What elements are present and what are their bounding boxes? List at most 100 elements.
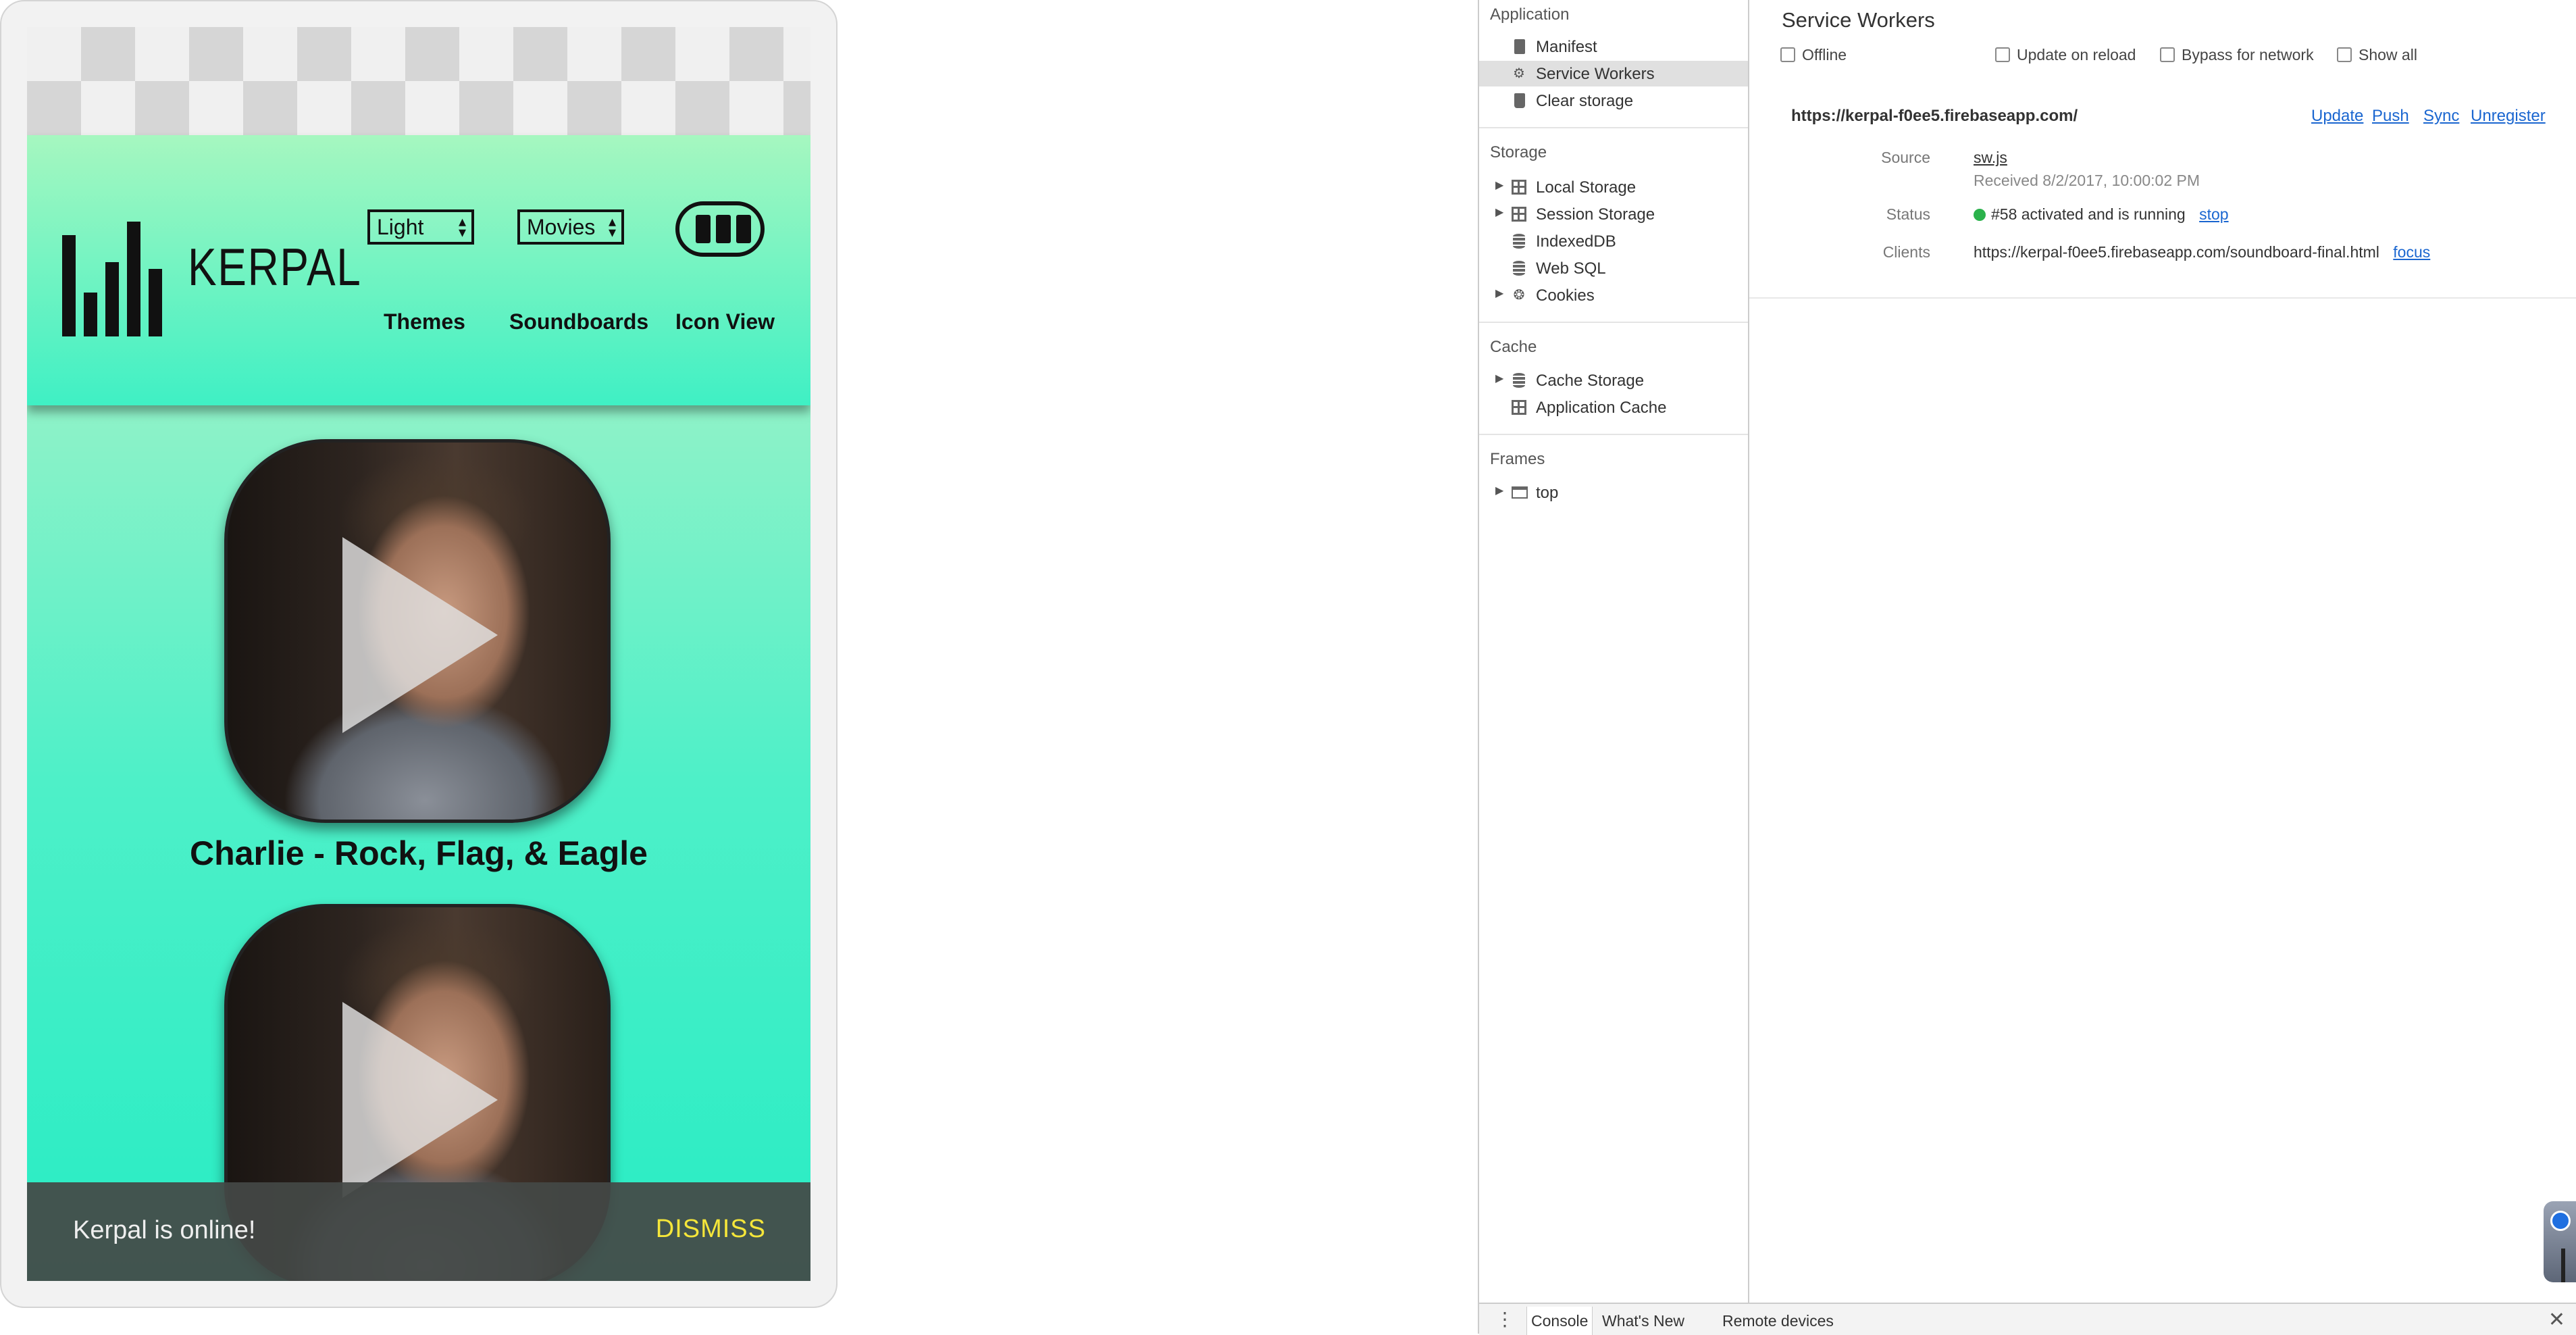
- app-viewport: KERPAL Light ▴ ▾ Movies ▴ ▾ Themes Soundbo…: [27, 27, 810, 1281]
- table-icon: [1512, 180, 1526, 195]
- stop-link[interactable]: stop: [2199, 205, 2228, 223]
- checkbox-label: Update on reload: [2017, 46, 2136, 64]
- sidebar-item-label: Session Storage: [1536, 205, 1655, 224]
- checkbox-update-on-reload[interactable]: Update on reload: [1995, 46, 2136, 64]
- sidebar-header-frames: Frames: [1490, 450, 1545, 468]
- snackbar-message: Kerpal is online!: [73, 1216, 256, 1244]
- focus-link[interactable]: focus: [2393, 243, 2430, 261]
- service-workers-pane: Service Workers Offline Update on reload…: [1749, 0, 2576, 1303]
- sidebar-item-session-storage[interactable]: ▶ Session Storage: [1479, 201, 1748, 227]
- sidebar-item-web-sql[interactable]: Web SQL: [1479, 255, 1748, 281]
- sidebar-item-label: Application Cache: [1536, 399, 1667, 417]
- bottom-drawer: ⋮ Console What's New Remote devices ✕: [1479, 1303, 2576, 1335]
- divider: [1479, 322, 1748, 323]
- sidebar-item-indexeddb[interactable]: IndexedDB: [1479, 228, 1748, 254]
- snackbar: Kerpal is online! DISMISS: [27, 1182, 810, 1281]
- sidebar-item-manifest[interactable]: Manifest: [1479, 34, 1748, 59]
- more-options-icon[interactable]: ⋮: [1495, 1308, 1514, 1330]
- teamviewer-widget[interactable]: [2544, 1201, 2576, 1282]
- table-icon: [1512, 207, 1526, 222]
- checkbox-label: Offline: [1802, 46, 1847, 64]
- gear-icon: ⚙: [1513, 66, 1525, 81]
- sound-card-thumbnail[interactable]: [224, 439, 611, 823]
- database-icon: [1513, 261, 1525, 276]
- sidebar-item-label: Clear storage: [1536, 92, 1634, 110]
- view-bar-icon: [736, 215, 751, 243]
- device-frame: KERPAL Light ▴ ▾ Movies ▴ ▾ Themes Soundbo…: [0, 0, 838, 1308]
- clients-label: Clients: [1882, 243, 1930, 261]
- sidebar-item-label: IndexedDB: [1536, 232, 1616, 251]
- checkbox-label: Show all: [2359, 46, 2417, 64]
- sidebar-item-label: Web SQL: [1536, 259, 1606, 278]
- received-timestamp: Received 8/2/2017, 10:00:02 PM: [1974, 172, 2200, 189]
- divider: [1479, 127, 1748, 128]
- checkbox-box[interactable]: [2160, 47, 2175, 62]
- status-text: #58 activated and is running: [1991, 205, 2186, 223]
- checkbox-show-all[interactable]: Show all: [2337, 46, 2417, 64]
- expand-arrow-icon[interactable]: ▶: [1495, 484, 1503, 497]
- sidebar-item-label: Service Workers: [1536, 65, 1655, 83]
- expand-arrow-icon[interactable]: ▶: [1495, 178, 1503, 192]
- sidebar-item-service-workers[interactable]: ⚙ Service Workers: [1479, 61, 1748, 86]
- push-link[interactable]: Push: [2372, 107, 2409, 126]
- status-label: Status: [1886, 205, 1930, 223]
- category-select-value: Movies: [527, 215, 596, 239]
- sidebar-item-frame-top[interactable]: ▶ top: [1479, 480, 1748, 505]
- divider: [1749, 297, 2576, 299]
- sync-link[interactable]: Sync: [2423, 107, 2459, 126]
- icon-view-toggle[interactable]: [675, 201, 765, 257]
- worker-scope-url: https://kerpal-f0ee5.firebaseapp.com/: [1791, 107, 2078, 125]
- status-running-icon: [1974, 209, 1986, 221]
- document-icon: [1514, 39, 1525, 54]
- cookie-icon: ❂: [1513, 288, 1525, 303]
- widget-handle: [2561, 1249, 2565, 1282]
- expand-arrow-icon[interactable]: ▶: [1495, 372, 1503, 385]
- update-link[interactable]: Update: [2311, 107, 2363, 126]
- checkbox-offline[interactable]: Offline: [1780, 46, 1847, 64]
- sidebar-item-label: Manifest: [1536, 38, 1597, 56]
- select-arrows-icon: ▴ ▾: [608, 213, 616, 241]
- expand-arrow-icon[interactable]: ▶: [1495, 205, 1503, 219]
- close-icon[interactable]: ✕: [2548, 1308, 2565, 1332]
- tab-remote-devices[interactable]: Remote devices: [1722, 1312, 1834, 1330]
- sidebar-item-cookies[interactable]: ▶ ❂ Cookies: [1479, 282, 1748, 308]
- client-url: https://kerpal-f0ee5.firebaseapp.com/sou…: [1974, 243, 2379, 261]
- app-header: KERPAL Light ▴ ▾ Movies ▴ ▾ Themes Soundbo…: [27, 135, 810, 405]
- database-icon: [1513, 373, 1525, 388]
- play-icon: [342, 1002, 498, 1198]
- unregister-link[interactable]: Unregister: [2471, 107, 2546, 126]
- pane-title: Service Workers: [1782, 8, 1935, 32]
- divider: [1479, 434, 1748, 435]
- tab-whats-new[interactable]: What's New: [1602, 1312, 1684, 1330]
- status-value: #58 activated and is running stop: [1974, 205, 2229, 224]
- application-sidebar: Application Manifest ⚙ Service Workers C…: [1479, 0, 1749, 1303]
- view-bar-icon: [716, 215, 731, 243]
- sidebar-header-storage: Storage: [1490, 143, 1547, 161]
- sidebar-item-clear-storage[interactable]: Clear storage: [1479, 88, 1748, 114]
- clients-value: https://kerpal-f0ee5.firebaseapp.com/sou…: [1974, 243, 2430, 261]
- devtools-panel: Application Manifest ⚙ Service Workers C…: [1478, 0, 2576, 1335]
- nav-icon-view[interactable]: Icon View: [675, 309, 775, 334]
- checkbox-box[interactable]: [1780, 47, 1795, 62]
- source-file-link[interactable]: sw.js: [1974, 149, 2007, 167]
- theme-select[interactable]: Light ▴ ▾: [367, 209, 474, 245]
- sound-card-title: Charlie - Rock, Flag, & Eagle: [190, 834, 648, 872]
- trash-icon: [1514, 93, 1525, 108]
- sidebar-item-cache-storage[interactable]: ▶ Cache Storage: [1479, 368, 1748, 393]
- sidebar-item-label: top: [1536, 484, 1559, 502]
- tab-console[interactable]: Console: [1526, 1307, 1593, 1335]
- checkbox-box[interactable]: [1995, 47, 2010, 62]
- teamviewer-icon: [2550, 1211, 2571, 1231]
- brand-name: KERPAL: [188, 237, 362, 297]
- sidebar-header-cache: Cache: [1490, 338, 1537, 356]
- checkbox-box[interactable]: [2337, 47, 2352, 62]
- sidebar-item-local-storage[interactable]: ▶ Local Storage: [1479, 174, 1748, 200]
- expand-arrow-icon[interactable]: ▶: [1495, 286, 1503, 300]
- sidebar-item-application-cache[interactable]: Application Cache: [1479, 395, 1748, 420]
- nav-soundboards[interactable]: Soundboards: [509, 309, 648, 334]
- nav-themes[interactable]: Themes: [384, 309, 465, 334]
- dismiss-button[interactable]: DISMISS: [656, 1215, 766, 1244]
- checkbox-bypass-for-network[interactable]: Bypass for network: [2160, 46, 2314, 64]
- logo-icon: [62, 222, 163, 336]
- category-select[interactable]: Movies ▴ ▾: [517, 209, 624, 245]
